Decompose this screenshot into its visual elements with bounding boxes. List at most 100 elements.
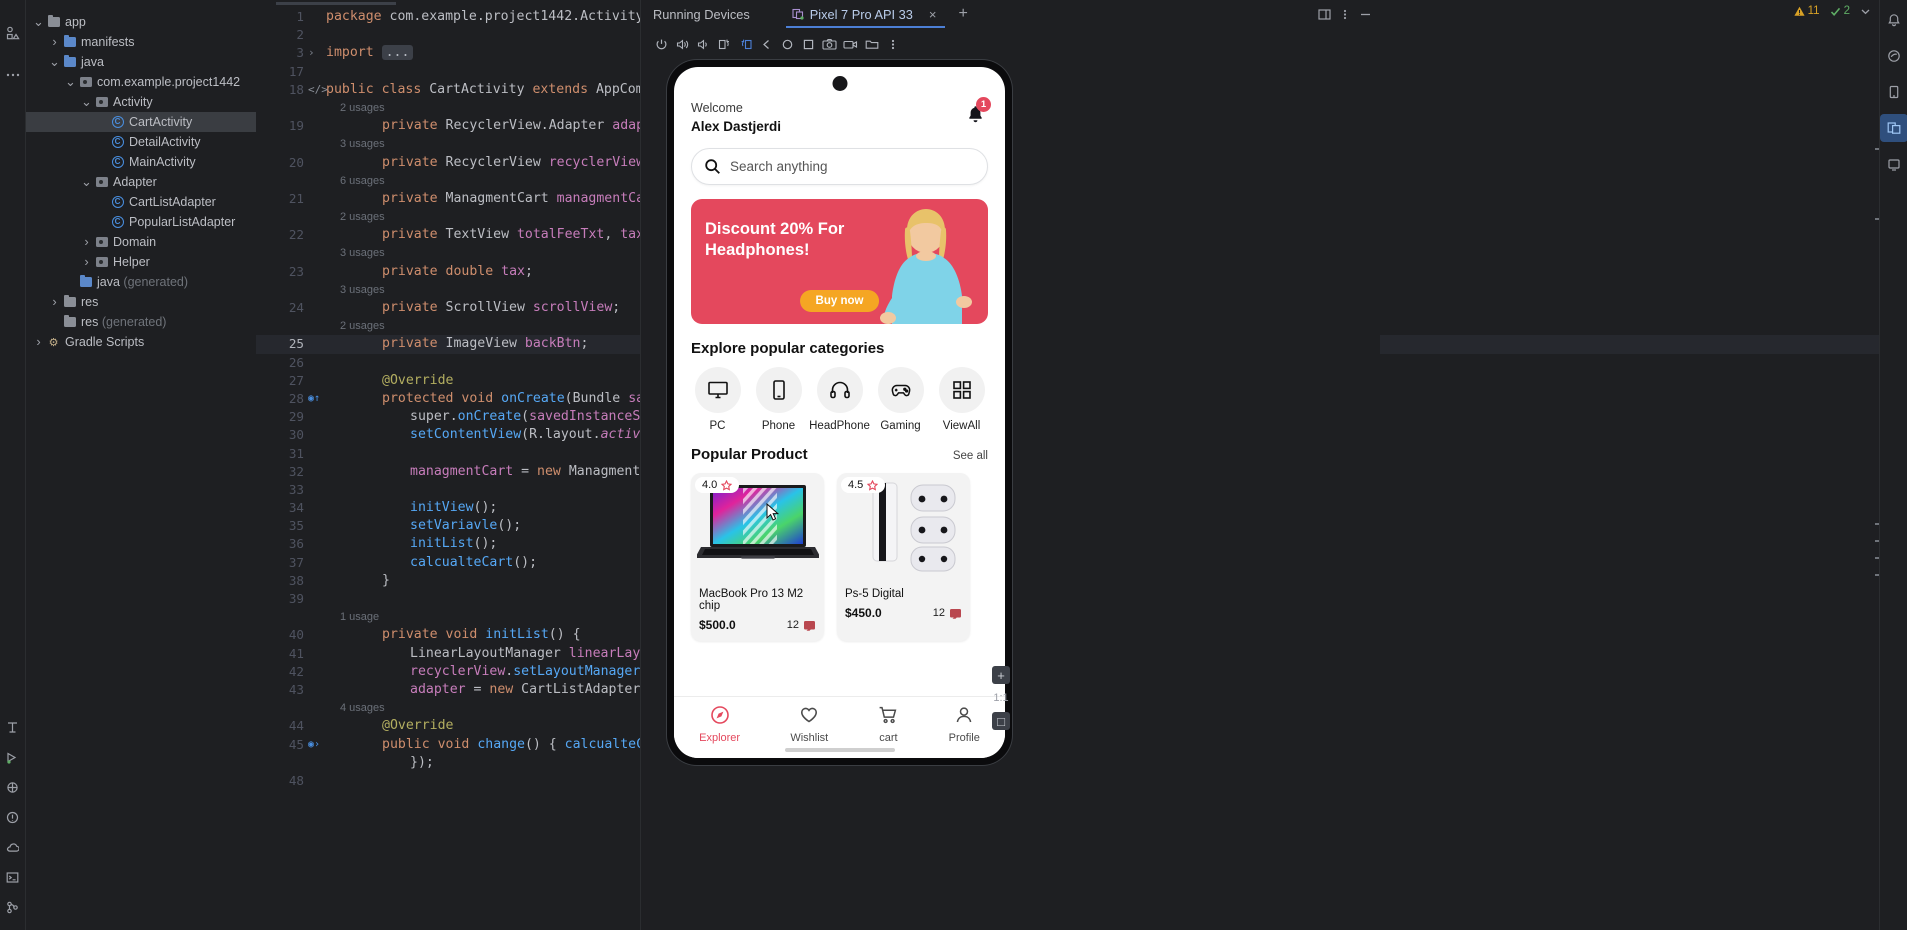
device-tab-pixel7pro[interactable]: Pixel 7 Pro API 33 × [785, 0, 945, 28]
tree-item-helper[interactable]: › Helper [26, 252, 256, 272]
package-icon [93, 257, 110, 267]
line-number: 30 [288, 427, 304, 443]
usage-count: 6 usages [340, 174, 385, 187]
gradle-icon[interactable] [1880, 42, 1907, 70]
tree-item-label: Domain [113, 235, 157, 249]
emulator-screen[interactable]: Welcome Alex Dastjerdi 1 Search anything… [674, 67, 1005, 758]
tree-item-res[interactable]: › res [26, 292, 256, 312]
tree-item-gradle-scripts[interactable]: › ⚙ Gradle Scripts [26, 332, 256, 352]
tree-item-cartactivity[interactable]: C CartActivity [26, 112, 256, 132]
app-scroll-content[interactable]: Welcome Alex Dastjerdi 1 Search anything… [674, 67, 1005, 696]
chevron-right-icon[interactable]: › [32, 332, 45, 352]
tree-item-app[interactable]: ⌄ app [26, 12, 256, 32]
check-count: 2 [1843, 5, 1850, 17]
run-icon[interactable] [0, 742, 26, 772]
zoom-fit-button[interactable]: □ [992, 712, 1010, 730]
tree-item-com-example-project1442[interactable]: ⌄ com.example.project1442 [26, 72, 256, 92]
tree-item-label: Adapter [113, 175, 157, 189]
home-icon[interactable] [777, 33, 798, 55]
fold-arrow-icon[interactable]: › [308, 44, 315, 62]
override-gutter-icon[interactable]: ◉↑ [308, 390, 320, 408]
see-all-link[interactable]: See all [953, 450, 988, 462]
nav-explorer[interactable]: Explorer [699, 705, 740, 744]
minimize-panel-icon[interactable] [1359, 8, 1372, 21]
gamepad-icon [877, 367, 924, 413]
overview-icon[interactable] [798, 33, 819, 55]
notification-bell-button[interactable]: 1 [962, 97, 991, 127]
close-tab-icon[interactable]: × [929, 7, 937, 22]
project-tree[interactable]: ⌄ app › manifests ⌄ java ⌄ com.example.project1… [26, 0, 256, 930]
more-tools-icon[interactable] [0, 60, 26, 90]
product-card[interactable]: 4.0 MacBook Pro 13 M2 chip $500.0 12 [691, 473, 824, 641]
category-viewall[interactable]: ViewAll [935, 367, 988, 432]
project-view-icon[interactable] [0, 18, 26, 48]
power-icon[interactable] [651, 33, 672, 55]
services-icon[interactable] [0, 832, 26, 862]
category-headphone[interactable]: HeadPhone [809, 367, 870, 432]
chevron-down-icon[interactable]: ⌄ [64, 75, 77, 89]
terminal-icon[interactable] [0, 862, 26, 892]
screenshot-icon[interactable] [819, 33, 840, 55]
nav-wishlist[interactable]: Wishlist [790, 705, 828, 744]
folder-icon[interactable] [861, 33, 882, 55]
tree-item-manifests[interactable]: › manifests [26, 32, 256, 52]
notifications-icon[interactable] [1880, 6, 1907, 34]
promo-banner[interactable]: Discount 20% For Headphones! Buy now [691, 199, 988, 324]
rotate-left-icon[interactable] [714, 33, 735, 55]
volume-down-icon[interactable] [693, 33, 714, 55]
chevron-down-icon[interactable]: ⌄ [48, 55, 61, 69]
tree-item-java[interactable]: java (generated) [26, 272, 256, 292]
zoom-in-button[interactable]: + [992, 666, 1010, 684]
nav-cart[interactable]: cart [878, 705, 898, 744]
tree-item-cartlistadapter[interactable]: C CartListAdapter [26, 192, 256, 212]
chevron-down-icon[interactable]: ⌄ [80, 95, 93, 109]
tree-item-activity[interactable]: ⌄ Activity [26, 92, 256, 112]
override-gutter-icon[interactable]: ◉› [308, 736, 320, 754]
add-device-tab-icon[interactable]: + [959, 5, 968, 23]
problems-icon[interactable] [0, 802, 26, 832]
search-input[interactable]: Search anything [691, 148, 988, 185]
split-window-icon[interactable] [1318, 8, 1331, 21]
structure-icon[interactable] [0, 712, 26, 742]
category-phone[interactable]: Phone [752, 367, 805, 432]
device-manager-icon[interactable] [1880, 78, 1907, 106]
chevron-down-icon[interactable] [1860, 6, 1871, 17]
chevron-right-icon[interactable]: › [48, 292, 61, 312]
emulator-more-icon[interactable] [882, 33, 903, 55]
chevron-right-icon[interactable]: › [80, 252, 93, 272]
tree-item-java[interactable]: ⌄ java [26, 52, 256, 72]
chevron-right-icon[interactable]: › [48, 32, 61, 52]
chevron-right-icon[interactable]: › [80, 232, 93, 252]
tree-item-popularlistadapter[interactable]: C PopularListAdapter [26, 212, 256, 232]
warning-indicator[interactable]: 11 [1794, 5, 1820, 17]
tree-item-domain[interactable]: › Domain [26, 232, 256, 252]
emulator-zoom-controls[interactable]: + 1:1 □ [992, 666, 1010, 730]
chevron-down-icon[interactable]: ⌄ [32, 15, 45, 29]
panel-options-icon[interactable] [1343, 8, 1347, 21]
tree-item-res[interactable]: res (generated) [26, 312, 256, 332]
line-number: 45 [288, 736, 304, 752]
check-indicator[interactable]: 2 [1830, 5, 1850, 17]
running-devices-icon[interactable] [1879, 114, 1907, 142]
product-card[interactable]: 4.5 Ps-5 Digital $450.0 12 [837, 473, 970, 641]
rotate-right-icon[interactable] [735, 33, 756, 55]
back-icon[interactable] [756, 33, 777, 55]
volume-up-icon[interactable] [672, 33, 693, 55]
nav-profile[interactable]: Profile [949, 705, 980, 744]
tree-item-mainactivity[interactable]: C MainActivity [26, 152, 256, 172]
tree-item-adapter[interactable]: ⌄ Adapter [26, 172, 256, 192]
buy-now-button[interactable]: Buy now [799, 290, 880, 312]
record-icon[interactable] [840, 33, 861, 55]
tree-item-detailactivity[interactable]: C DetailActivity [26, 132, 256, 152]
build-icon[interactable] [0, 772, 26, 802]
product-list[interactable]: 4.0 MacBook Pro 13 M2 chip $500.0 12 4.5 Ps-5… [691, 473, 988, 641]
code-text: }); [410, 754, 434, 770]
category-gaming[interactable]: Gaming [874, 367, 927, 432]
category-pc[interactable]: PC [691, 367, 744, 432]
vcs-icon[interactable] [0, 892, 26, 922]
emulator-toolbar[interactable] [641, 32, 1380, 56]
emulator-tool-icon[interactable] [1880, 150, 1907, 178]
category-list[interactable]: PC Phone HeadPhone Gaming ViewAll [691, 367, 988, 432]
chevron-down-icon[interactable]: ⌄ [80, 175, 93, 189]
